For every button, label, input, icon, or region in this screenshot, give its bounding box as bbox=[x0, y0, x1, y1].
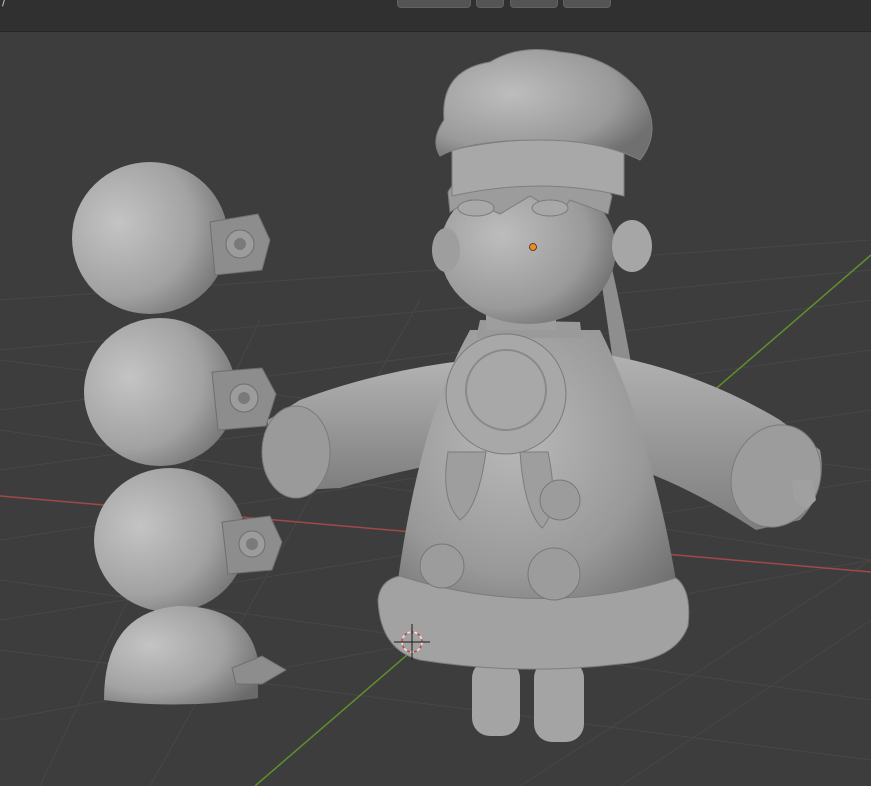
pivot-point-button[interactable] bbox=[476, 0, 504, 8]
object-origin-dot bbox=[529, 243, 537, 251]
snap-toggle-button[interactable] bbox=[510, 0, 558, 8]
hair-bun-sphere-4[interactable] bbox=[104, 606, 287, 705]
hair-bun-sphere-3[interactable] bbox=[94, 468, 283, 612]
proportional-editing-button[interactable] bbox=[563, 0, 611, 8]
viewport-canvas[interactable] bbox=[0, 32, 871, 786]
hair-bun-sphere-2[interactable] bbox=[84, 318, 277, 466]
viewport-header: / bbox=[0, 0, 871, 32]
3d-viewport[interactable] bbox=[0, 32, 871, 786]
header-left-glyph: / bbox=[2, 0, 7, 8]
transform-orientation-dropdown[interactable] bbox=[397, 0, 471, 8]
hair-bun-sphere-1[interactable] bbox=[72, 162, 271, 314]
